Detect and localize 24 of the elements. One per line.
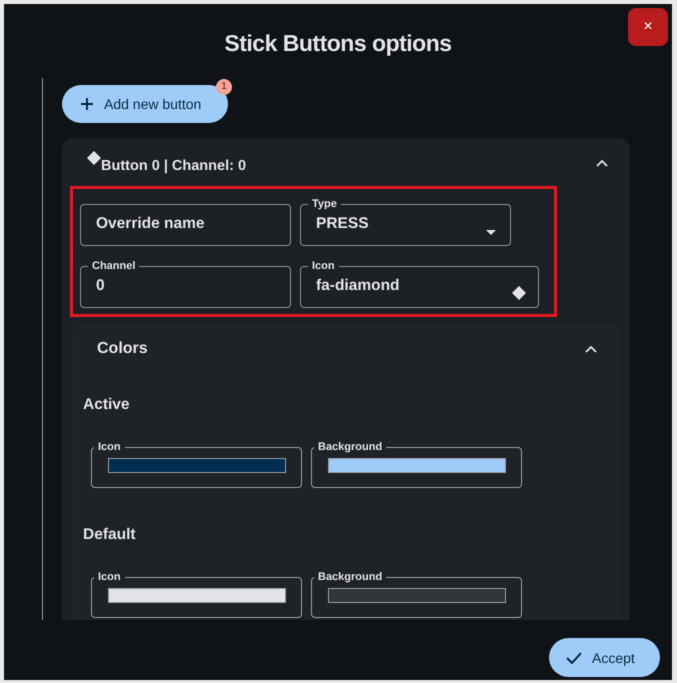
group-title: Active bbox=[83, 396, 131, 414]
field-value: fa-diamond bbox=[316, 277, 400, 295]
close-button[interactable]: × bbox=[628, 8, 668, 46]
color-field[interactable]: Background bbox=[311, 440, 522, 488]
diamond-icon bbox=[512, 286, 526, 300]
plus-icon bbox=[80, 97, 94, 111]
check-icon bbox=[566, 652, 582, 664]
field-value: 0 bbox=[96, 277, 105, 295]
type-dropdown[interactable]: Type PRESS bbox=[300, 197, 511, 246]
dialog-title: Stick Buttons options bbox=[224, 30, 452, 56]
input-field[interactable]: Channel 0 bbox=[80, 259, 291, 308]
accept-button[interactable]: Accept bbox=[549, 638, 660, 677]
color-field[interactable]: Background bbox=[311, 570, 522, 618]
count-badge: 1 bbox=[216, 79, 232, 95]
diamond-icon bbox=[87, 151, 101, 165]
color-field[interactable]: Icon bbox=[91, 440, 302, 488]
field-value: PRESS bbox=[316, 215, 369, 233]
section-title: Colors bbox=[97, 340, 148, 358]
card-title: Button 0 | Channel: 0 bbox=[101, 158, 248, 174]
field-value: Override name bbox=[96, 215, 205, 233]
caret-icon bbox=[486, 230, 496, 235]
input-field[interactable]: Icon fa-diamond bbox=[300, 259, 539, 308]
group-title: Default bbox=[83, 526, 137, 544]
color-field[interactable]: Icon bbox=[91, 570, 302, 618]
